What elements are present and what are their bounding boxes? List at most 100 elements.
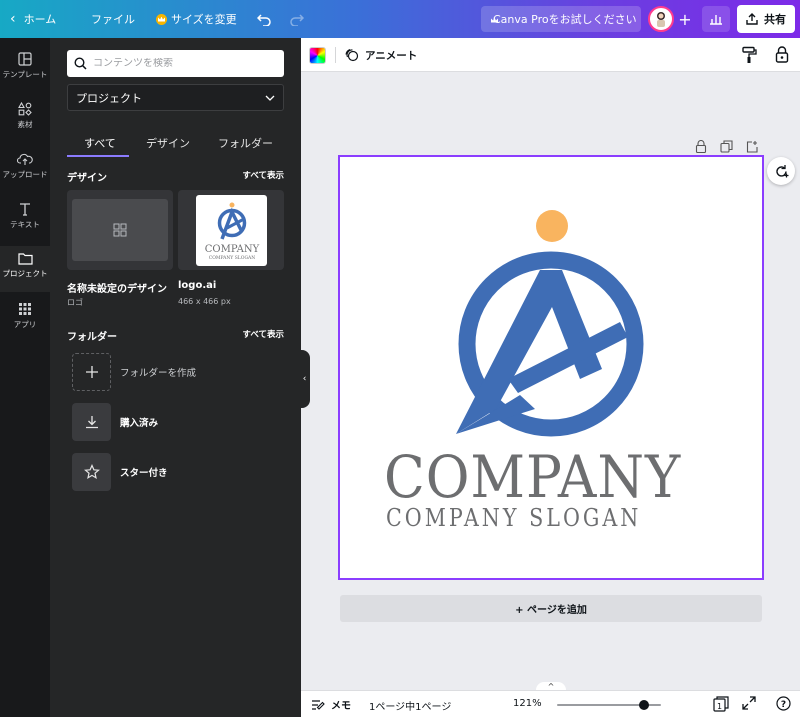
search-input[interactable]	[93, 58, 273, 69]
design-subtitle: 466 x 466 px	[178, 297, 231, 306]
rail-item-templates[interactable]: テンプレート	[0, 46, 50, 92]
rail-item-projects[interactable]: プロジェクト	[0, 246, 50, 292]
chevron-left-icon: ‹	[10, 11, 16, 27]
duplicate-icon	[720, 140, 733, 153]
folder-label: フォルダーを作成	[120, 368, 197, 379]
logo-mark-image	[456, 210, 644, 437]
try-pro-label: Canva Proをお試しください	[493, 13, 637, 26]
rail-item-text[interactable]: テキスト	[0, 196, 50, 242]
lock-icon	[695, 140, 707, 154]
file-menu-label: ファイル	[91, 13, 135, 26]
template-icon	[18, 52, 32, 66]
design-subtitle: ロゴ	[67, 298, 83, 307]
search-box[interactable]	[67, 50, 284, 77]
redo-icon	[290, 14, 304, 26]
left-rail: テンプレート 素材 アップロード テキスト プロジェクト アプリ	[0, 38, 50, 717]
regenerate-button[interactable]	[767, 157, 795, 185]
refresh-plus-icon	[775, 164, 788, 177]
redo-button[interactable]	[290, 0, 304, 38]
tab-all[interactable]: すべて	[84, 135, 116, 151]
resize-button[interactable]: サイズを変更	[156, 0, 237, 38]
rail-item-elements[interactable]: 素材	[0, 96, 50, 142]
logo-company-text[interactable]: COMPANY	[384, 448, 689, 506]
crown-icon	[156, 13, 167, 25]
rail-label: テキスト	[10, 220, 40, 229]
notes-button[interactable]: メモ	[311, 697, 351, 712]
editor-toolbar: アニメート	[301, 38, 800, 72]
file-menu-button[interactable]: ファイル	[91, 0, 135, 38]
copy-style-button[interactable]	[741, 46, 757, 68]
lock-button[interactable]	[775, 46, 789, 67]
help-icon: ?	[776, 696, 791, 711]
add-page-button[interactable]: + ページを追加	[340, 595, 762, 622]
shapes-icon	[18, 102, 32, 116]
animate-label: アニメート	[365, 49, 418, 62]
zoom-percentage[interactable]: 121%	[513, 698, 542, 709]
designs-section-header: デザイン すべて表示	[67, 169, 284, 184]
folder-label: 購入済み	[120, 418, 159, 429]
text-icon	[20, 203, 30, 216]
folder-label: スター付き	[120, 468, 168, 479]
home-button[interactable]: ‹ ホーム	[10, 0, 56, 38]
avatar[interactable]	[648, 6, 674, 32]
design-title: 名称未設定のデザイン	[67, 284, 167, 295]
grid-placeholder-icon	[113, 223, 127, 237]
page-indicator: 1ページ中1ページ	[369, 702, 452, 713]
designs-see-all-link[interactable]: すべて表示	[242, 169, 284, 184]
star-icon	[72, 453, 111, 491]
project-filter-select[interactable]: プロジェクト	[67, 84, 284, 111]
active-tab-indicator	[67, 155, 129, 157]
plus-icon	[72, 353, 111, 391]
share-icon	[746, 13, 758, 25]
thumb-company-text: COMPANY	[204, 244, 259, 255]
logo-slogan-text[interactable]: COMPANY SLOGAN	[386, 504, 641, 532]
projects-panel: プロジェクト すべて デザイン フォルダー デザイン すべて表示 COMPANY…	[50, 38, 301, 717]
plus-icon: +	[678, 9, 692, 29]
chevron-left-icon: ‹	[302, 374, 307, 384]
logo-thumbnail: COMPANY COMPANY SLOGAN	[196, 195, 267, 266]
rail-item-uploads[interactable]: アップロード	[0, 146, 50, 192]
notes-label: メモ	[331, 701, 351, 712]
project-filter-value: プロジェクト	[76, 91, 142, 105]
tab-folders[interactable]: フォルダー	[218, 135, 273, 151]
top-bar: ‹ ホーム ファイル サイズを変更 Canva Proをお試しください + 共有	[0, 0, 800, 38]
share-button[interactable]: 共有	[737, 5, 795, 33]
folder-starred[interactable]: スター付き	[72, 452, 168, 492]
fullscreen-button[interactable]	[742, 696, 756, 713]
expand-icon	[742, 696, 756, 710]
design-card-logo[interactable]: COMPANY COMPANY SLOGAN	[178, 190, 284, 270]
page-grid-button[interactable]: 1	[713, 696, 729, 715]
help-label: ?	[781, 700, 786, 710]
try-pro-button[interactable]: Canva Proをお試しください	[481, 6, 641, 32]
chevron-down-icon	[265, 95, 275, 101]
bar-chart-icon	[710, 15, 722, 25]
undo-button[interactable]	[257, 0, 271, 38]
rail-label: テンプレート	[2, 70, 48, 79]
design-card-untitled[interactable]	[67, 190, 173, 270]
apps-grid-icon	[19, 303, 31, 315]
background-color-button[interactable]	[309, 47, 326, 64]
folder-purchased[interactable]: 購入済み	[72, 402, 158, 442]
rail-item-apps[interactable]: アプリ	[0, 296, 50, 342]
folders-see-all-link[interactable]: すべて表示	[242, 328, 284, 343]
resize-label: サイズを変更	[171, 13, 237, 26]
folder-icon	[17, 253, 33, 265]
page-count-badge: 1	[717, 702, 722, 711]
cloud-upload-icon	[17, 153, 33, 165]
zoom-slider-thumb[interactable]	[639, 700, 650, 710]
design-title: logo.ai	[178, 280, 217, 291]
insights-button[interactable]	[702, 6, 730, 32]
help-button[interactable]: ?	[776, 696, 791, 714]
toolbar-divider	[335, 47, 336, 63]
create-folder-button[interactable]: フォルダーを作成	[72, 352, 196, 392]
pages-icon: 1	[713, 696, 729, 712]
add-member-button[interactable]: +	[678, 0, 692, 38]
tab-designs[interactable]: デザイン	[146, 135, 190, 151]
thumb-slogan-text: COMPANY SLOGAN	[208, 255, 255, 261]
logo-thumbnail-image: COMPANY COMPANY SLOGAN	[204, 202, 259, 261]
panel-tabs: すべて デザイン フォルダー	[67, 130, 284, 157]
home-label: ホーム	[23, 13, 57, 26]
rail-label: アプリ	[13, 320, 37, 329]
collapse-panel-button[interactable]: ‹	[299, 350, 310, 408]
animate-button[interactable]: アニメート	[345, 46, 417, 64]
